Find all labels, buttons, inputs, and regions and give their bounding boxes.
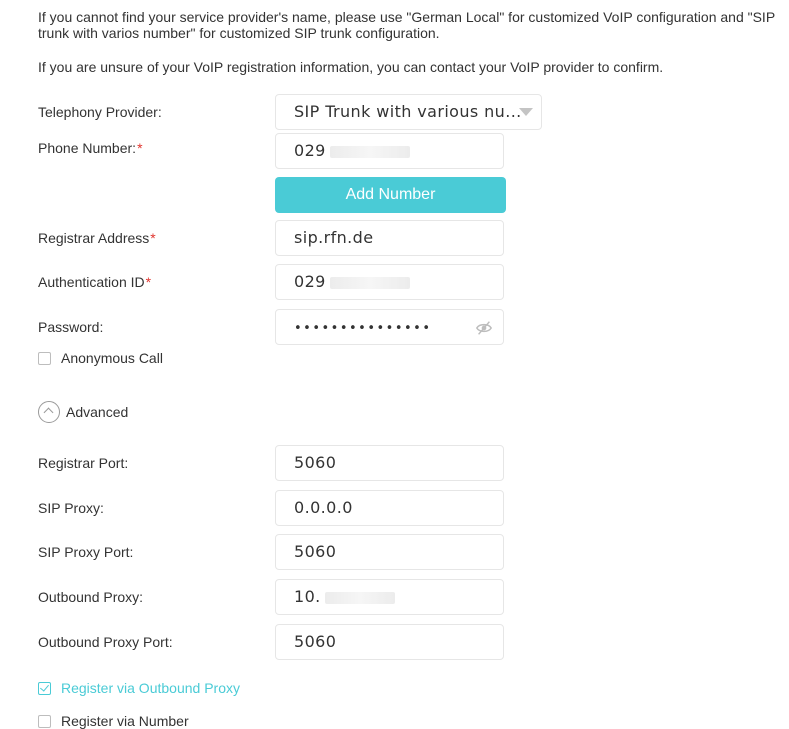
add-number-button[interactable]: Add Number	[275, 177, 506, 213]
info-text-contact: If you are unsure of your VoIP registrat…	[38, 59, 664, 75]
outbound-proxy-input[interactable]: 10.	[275, 579, 504, 615]
outbound-proxy-port-input[interactable]: 5060	[275, 624, 504, 660]
telephony-provider-label: Telephony Provider:	[38, 104, 162, 120]
authentication-id-label: Authentication ID*	[38, 274, 152, 290]
registrar-port-input[interactable]: 5060	[275, 445, 504, 481]
register-via-number-checkbox[interactable]	[38, 714, 51, 728]
eye-off-icon[interactable]	[475, 319, 493, 337]
register-via-number-option[interactable]: Register via Number	[38, 713, 189, 729]
redacted-block	[324, 591, 395, 604]
redacted-block	[329, 145, 410, 158]
register-via-outbound-proxy-checkbox[interactable]	[38, 681, 51, 695]
anonymous-call-option[interactable]: Anonymous Call	[38, 350, 163, 366]
sip-proxy-label: SIP Proxy:	[38, 500, 104, 516]
register-via-outbound-proxy-option[interactable]: Register via Outbound Proxy	[38, 680, 240, 696]
info-text-provider: If you cannot find your service provider…	[38, 9, 775, 41]
chevron-down-icon	[519, 108, 533, 116]
telephony-provider-select[interactable]: SIP Trunk with various nu...	[275, 94, 542, 130]
sip-proxy-input[interactable]: 0.0.0.0	[275, 490, 504, 526]
phone-number-label: Phone Number:*	[38, 140, 143, 156]
outbound-proxy-label: Outbound Proxy:	[38, 589, 144, 605]
sip-proxy-port-input[interactable]: 5060	[275, 534, 504, 570]
registrar-address-label: Registrar Address*	[38, 230, 156, 246]
password-input[interactable]: •••••••••••••••	[275, 309, 504, 345]
outbound-proxy-port-label: Outbound Proxy Port:	[38, 634, 173, 650]
phone-number-input[interactable]: 029	[275, 133, 504, 169]
authentication-id-input[interactable]: 029	[275, 264, 504, 300]
sip-proxy-port-label: SIP Proxy Port:	[38, 544, 134, 560]
chevron-up-icon	[38, 401, 60, 423]
advanced-toggle[interactable]: Advanced	[38, 401, 128, 423]
redacted-block	[329, 276, 410, 289]
registrar-port-label: Registrar Port:	[38, 455, 129, 471]
password-label: Password:	[38, 319, 104, 335]
registrar-address-input[interactable]: sip.rfn.de	[275, 220, 504, 256]
anonymous-call-checkbox[interactable]	[38, 351, 51, 365]
